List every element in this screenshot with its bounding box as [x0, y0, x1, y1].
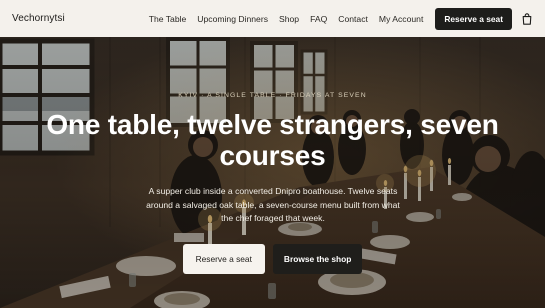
hero-headline: One table, twelve strangers, seven cours…	[46, 109, 499, 171]
nav-link-the-table[interactable]: The Table	[149, 14, 187, 24]
hero-reserve-button[interactable]: Reserve a seat	[182, 244, 265, 274]
hero-cta-row: Reserve a seat Browse the shop	[0, 244, 545, 274]
nav-link-faq[interactable]: FAQ	[310, 14, 327, 24]
hero-subtext: A supper club inside a converted Dnipro …	[146, 186, 400, 224]
main-nav: The Table Upcoming Dinners Shop FAQ Cont…	[149, 14, 424, 24]
shopping-bag-icon[interactable]	[521, 12, 533, 26]
nav-link-contact[interactable]: Contact	[338, 14, 368, 24]
site-logo[interactable]: Vechornytsi	[12, 13, 65, 24]
hero-content: Kyiv · A single table · Fridays at seven…	[0, 37, 545, 308]
site-header: Vechornytsi The Table Upcoming Dinners S…	[0, 0, 545, 37]
browse-shop-button[interactable]: Browse the shop	[272, 244, 363, 274]
nav-link-shop[interactable]: Shop	[279, 14, 299, 24]
page: Vechornytsi The Table Upcoming Dinners S…	[0, 0, 545, 308]
hero-section: Kyiv · A single table · Fridays at seven…	[0, 37, 545, 308]
nav-link-upcoming-dinners[interactable]: Upcoming Dinners	[197, 14, 268, 24]
hero-eyebrow: Kyiv · A single table · Fridays at seven	[178, 92, 367, 99]
shopping-bag-glyph	[522, 12, 532, 25]
nav-link-my-account[interactable]: My Account	[379, 14, 423, 24]
header-reserve-button[interactable]: Reserve a seat	[435, 7, 512, 30]
